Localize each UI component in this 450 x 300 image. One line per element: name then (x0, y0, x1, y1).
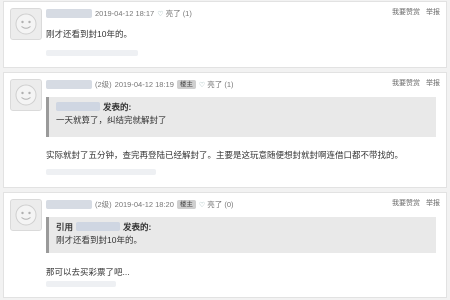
owner-badge: 楼主 (176, 199, 196, 209)
like-button[interactable]: ♡ 亮了 (0) (199, 199, 234, 210)
comment-actions: 我要赞赏 举报 (392, 198, 440, 208)
comment-item: (2级) 2019-04-12 18:19 楼主 ♡ 亮了 (1) 我要赞赏 举… (3, 72, 447, 188)
comment-date: 2019-04-12 18:19 (114, 79, 174, 89)
reward-link[interactable]: 我要赞赏 (392, 198, 420, 208)
quote-header: 引用 发表的: (56, 221, 429, 232)
owner-badge: 楼主 (176, 79, 196, 89)
comment-actions: 我要赞赏 举报 (392, 7, 440, 17)
username-redacted (46, 79, 92, 89)
comment-text: 那可以去买彩票了吧... (46, 267, 130, 277)
user-level: (2级) (95, 79, 112, 89)
like-icon: ♡ (157, 10, 164, 18)
comment-text: 实际就封了五分钟，查完再登陆已经解封了。主要是这玩意随便想封就封啊连借口都不带找… (46, 150, 404, 160)
report-link[interactable]: 举报 (426, 198, 440, 208)
comment-meta: 2019-04-12 18:17 ♡ 亮了 (1) (46, 7, 192, 19)
reward-link[interactable]: 我要赞赏 (392, 7, 420, 17)
comment-text: 刚才还看到封10年的。 (46, 29, 132, 39)
comment-meta: (2级) 2019-04-12 18:20 楼主 ♡ 亮了 (0) (46, 198, 234, 210)
quote-header: 发表的: (56, 101, 429, 112)
comment-date: 2019-04-12 18:17 (95, 8, 155, 18)
avatar-icon (15, 84, 37, 106)
quote-body: 一天就算了，纠结完就解封了 (56, 115, 167, 125)
user-level: (2级) (95, 199, 112, 209)
avatar-icon (15, 204, 37, 226)
like-button[interactable]: ♡ 亮了 (1) (157, 8, 192, 19)
like-label: 亮了 (207, 199, 223, 209)
like-label: 亮了 (207, 79, 223, 89)
username-redacted (46, 8, 92, 18)
quote-body: 刚才还看到封10年的。 (56, 235, 142, 245)
quote-prefix: 引用 (56, 221, 74, 232)
comment-meta: (2级) 2019-04-12 18:19 楼主 ♡ 亮了 (1) (46, 78, 234, 90)
reward-link[interactable]: 我要赞赏 (392, 78, 420, 88)
avatar[interactable] (10, 79, 42, 111)
report-link[interactable]: 举报 (426, 7, 440, 17)
comment-item: 2019-04-12 18:17 ♡ 亮了 (1) 我要赞赏 举报 刚才还看到封… (3, 1, 447, 68)
quoted-username-redacted (56, 102, 100, 111)
like-icon: ♡ (198, 201, 206, 209)
like-icon: ♡ (198, 81, 206, 89)
quote-header-label: 发表的: (103, 101, 132, 112)
redacted-line (46, 50, 138, 56)
quote-block: 发表的: 一天就算了，纠结完就解封了 (46, 97, 436, 137)
avatar[interactable] (10, 199, 42, 231)
quote-header-label: 发表的: (123, 221, 152, 232)
quote-block: 引用 发表的: 刚才还看到封10年的。 (46, 217, 436, 253)
redacted-line (46, 281, 116, 287)
comment-item: (2级) 2019-04-12 18:20 楼主 ♡ 亮了 (0) 我要赞赏 举… (3, 192, 447, 298)
like-count: (0) (224, 199, 234, 209)
quoted-username-redacted (76, 222, 121, 231)
like-label: 亮了 (165, 8, 181, 18)
avatar-icon (15, 13, 37, 35)
redacted-line (46, 169, 156, 175)
avatar[interactable] (10, 8, 42, 40)
like-button[interactable]: ♡ 亮了 (1) (199, 79, 234, 90)
like-count: (1) (182, 8, 192, 18)
like-count: (1) (224, 79, 234, 89)
username-redacted (46, 199, 92, 209)
comment-date: 2019-04-12 18:20 (114, 199, 174, 209)
report-link[interactable]: 举报 (426, 78, 440, 88)
comment-actions: 我要赞赏 举报 (392, 78, 440, 88)
